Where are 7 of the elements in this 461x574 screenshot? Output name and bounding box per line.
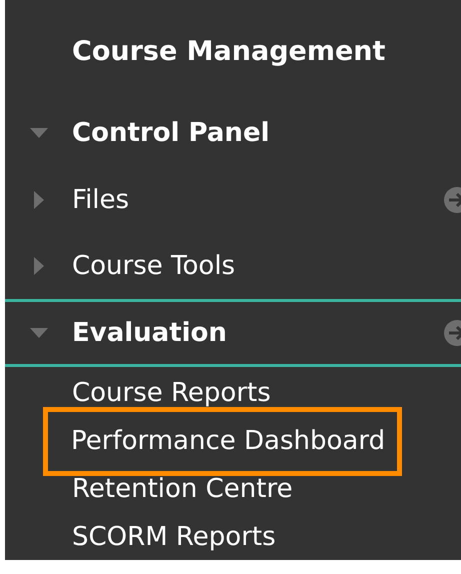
menu-link[interactable]: Performance Dashboard — [43, 406, 402, 476]
panel-title: Course Management — [72, 35, 386, 69]
menu-item[interactable]: Files — [72, 180, 130, 220]
menu-item[interactable]: Course Tools — [72, 246, 236, 286]
menu-link[interactable]: SCORM Reports — [72, 518, 276, 556]
section-heading[interactable]: Control Panel — [72, 114, 270, 152]
section-heading[interactable]: Evaluation — [72, 314, 227, 352]
